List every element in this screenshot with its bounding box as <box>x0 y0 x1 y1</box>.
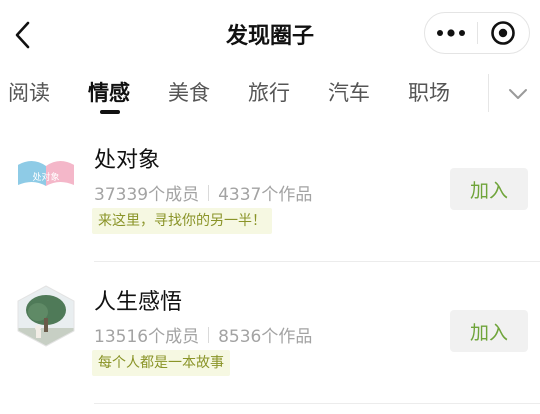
tab-emotion[interactable]: 情感 <box>88 78 130 108</box>
circle-slogan: 每个人都是一本故事 <box>92 350 230 376</box>
tabs-divider <box>488 74 489 112</box>
work-count: 8536个作品 <box>218 327 313 347</box>
chevron-left-icon <box>15 21 30 49</box>
circle-stats: 13516个成员 8536个作品 <box>94 322 312 347</box>
close-button[interactable] <box>477 13 529 53</box>
target-close-icon <box>491 21 516 45</box>
tab-travel[interactable]: 旅行 <box>248 78 290 108</box>
row-divider <box>94 403 540 404</box>
circle-slogan: 来这里，寻找你的另一半！ <box>92 208 272 234</box>
circle-name: 处对象 <box>94 148 161 173</box>
svg-text:处对象: 处对象 <box>32 171 59 183</box>
join-button[interactable]: 加入 <box>450 310 528 352</box>
navigation-bar: 发现圈子 <box>0 0 540 68</box>
tab-auto[interactable]: 汽车 <box>328 78 370 108</box>
tab-reading[interactable]: 阅读 <box>8 78 50 108</box>
category-tabs: 阅读 情感 美食 旅行 汽车 职场 <box>0 68 540 120</box>
back-button[interactable] <box>8 18 36 52</box>
member-count: 37339个成员 <box>94 185 200 205</box>
circle-stats: 37339个成员 4337个作品 <box>94 180 312 205</box>
stats-divider <box>208 184 210 201</box>
join-button[interactable]: 加入 <box>450 168 528 210</box>
more-dots-icon <box>436 29 465 37</box>
list-item[interactable]: 人生感悟 13516个成员 8536个作品 每个人都是一本故事 加入 <box>0 262 540 404</box>
list-item[interactable]: 处对象 处对象 37339个成员 4337个作品 来这里，寻找你的另一半！ 加入 <box>0 120 540 262</box>
tab-career[interactable]: 职场 <box>408 78 450 108</box>
member-count: 13516个成员 <box>94 327 200 347</box>
avatar: 处对象 <box>14 142 78 206</box>
active-tab-indicator <box>100 110 120 114</box>
tab-food[interactable]: 美食 <box>168 78 210 108</box>
chevron-down-icon <box>509 89 527 99</box>
stats-divider <box>208 326 210 343</box>
avatar <box>14 284 78 348</box>
more-button[interactable] <box>425 13 477 53</box>
expand-tabs-button[interactable] <box>498 76 538 112</box>
work-count: 4337个作品 <box>218 185 313 205</box>
circle-name: 人生感悟 <box>94 290 183 315</box>
mini-program-capsule <box>424 12 530 54</box>
